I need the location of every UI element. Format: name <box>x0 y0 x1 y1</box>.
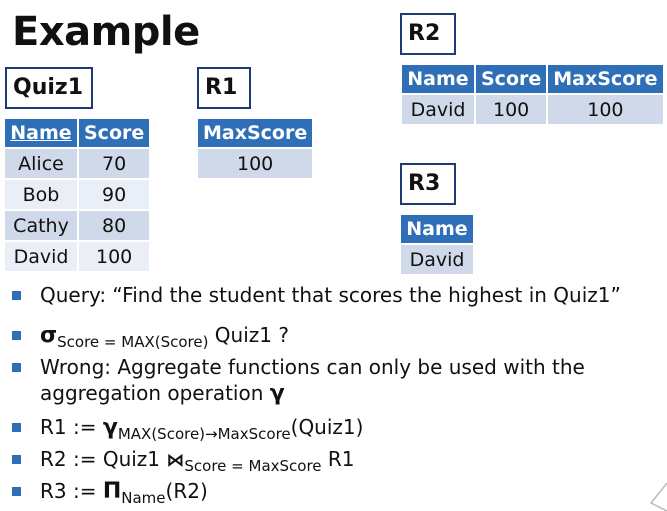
r1-cell: 100 <box>198 147 315 178</box>
r2-header-name: Name <box>402 65 476 94</box>
bullet-marker-icon <box>12 331 21 340</box>
bullet-marker-icon <box>12 363 21 372</box>
r1-table: MaxScore 100 <box>198 119 315 178</box>
wrong-line-1: Wrong: Aggregate functions can only be u… <box>40 355 585 379</box>
bullet-marker-icon <box>12 455 21 464</box>
quiz1-cell: Alice <box>5 147 79 179</box>
gamma-symbol: γ <box>102 415 118 440</box>
bullet-marker-icon <box>12 291 21 300</box>
sigma-rest: Quiz1 ? <box>208 323 289 347</box>
r3-prefix: R3 := <box>40 479 103 503</box>
r3-table: Name David <box>401 215 475 274</box>
r2-table: Name Score MaxScore David 100 100 <box>402 65 665 124</box>
r1-prefix: R1 := <box>40 415 103 439</box>
quiz1-cell: 80 <box>78 209 152 241</box>
query-text: Query: “Find the student that scores the… <box>40 283 621 307</box>
r2-cell: 100 <box>475 93 549 124</box>
table-row: Bob 90 <box>5 178 152 210</box>
r1-rest: (Quiz1) <box>290 415 364 439</box>
r2-cell: 100 <box>547 93 665 124</box>
table-row: David <box>401 243 475 274</box>
quiz1-header-score: Score <box>78 119 152 148</box>
r3-header-name: Name <box>401 215 475 244</box>
quiz1-cell: Bob <box>5 178 79 210</box>
table-row: Cathy 80 <box>5 209 152 241</box>
r2-rest: R1 <box>321 447 355 471</box>
r3-subscript: Name <box>121 489 166 507</box>
slide-title: Example <box>12 9 200 55</box>
quiz1-table: Name Score Alice 70 Bob 90 Cathy 80 Davi… <box>5 119 152 271</box>
pi-symbol: Π <box>102 479 122 504</box>
sigma-subscript: Score = MAX(Score) <box>57 333 209 351</box>
table-row: 100 <box>198 147 315 178</box>
quiz1-cell: 100 <box>78 240 152 271</box>
quiz1-cell: Cathy <box>5 209 79 241</box>
quiz1-cell: David <box>5 240 79 271</box>
r1-subscript: MAX(Score)→MaxScore <box>117 425 291 443</box>
table-row: Alice 70 <box>5 147 152 179</box>
r3-cell: David <box>401 243 475 274</box>
r3-label: R3 <box>400 163 456 205</box>
r2-label: R2 <box>400 13 456 55</box>
gamma-symbol: γ <box>269 381 285 406</box>
r1-label: R1 <box>197 67 251 109</box>
r2-header-score: Score <box>475 65 549 94</box>
table-row: David 100 <box>5 240 152 271</box>
r2-prefix: R2 := Quiz1 <box>40 447 167 471</box>
r2-cell: David <box>402 93 476 124</box>
quiz1-header-name: Name <box>5 119 79 148</box>
table-row: David 100 100 <box>402 93 665 124</box>
r2-header-maxscore: MaxScore <box>547 65 665 94</box>
r2-subscript: Score = MaxScore <box>184 457 322 475</box>
bullet-marker-icon <box>12 423 21 432</box>
r1-header-maxscore: MaxScore <box>198 119 315 148</box>
quiz1-cell: 90 <box>78 178 152 210</box>
join-symbol: ⋈ <box>166 450 185 471</box>
r3-rest: (R2) <box>165 479 208 503</box>
page-curl-icon <box>649 482 667 511</box>
quiz1-cell: 70 <box>78 147 152 179</box>
quiz1-label: Quiz1 <box>5 67 93 109</box>
bullet-marker-icon <box>12 487 21 496</box>
sigma-symbol: σ <box>40 323 58 348</box>
wrong-line-2: aggregation operation <box>40 381 270 405</box>
